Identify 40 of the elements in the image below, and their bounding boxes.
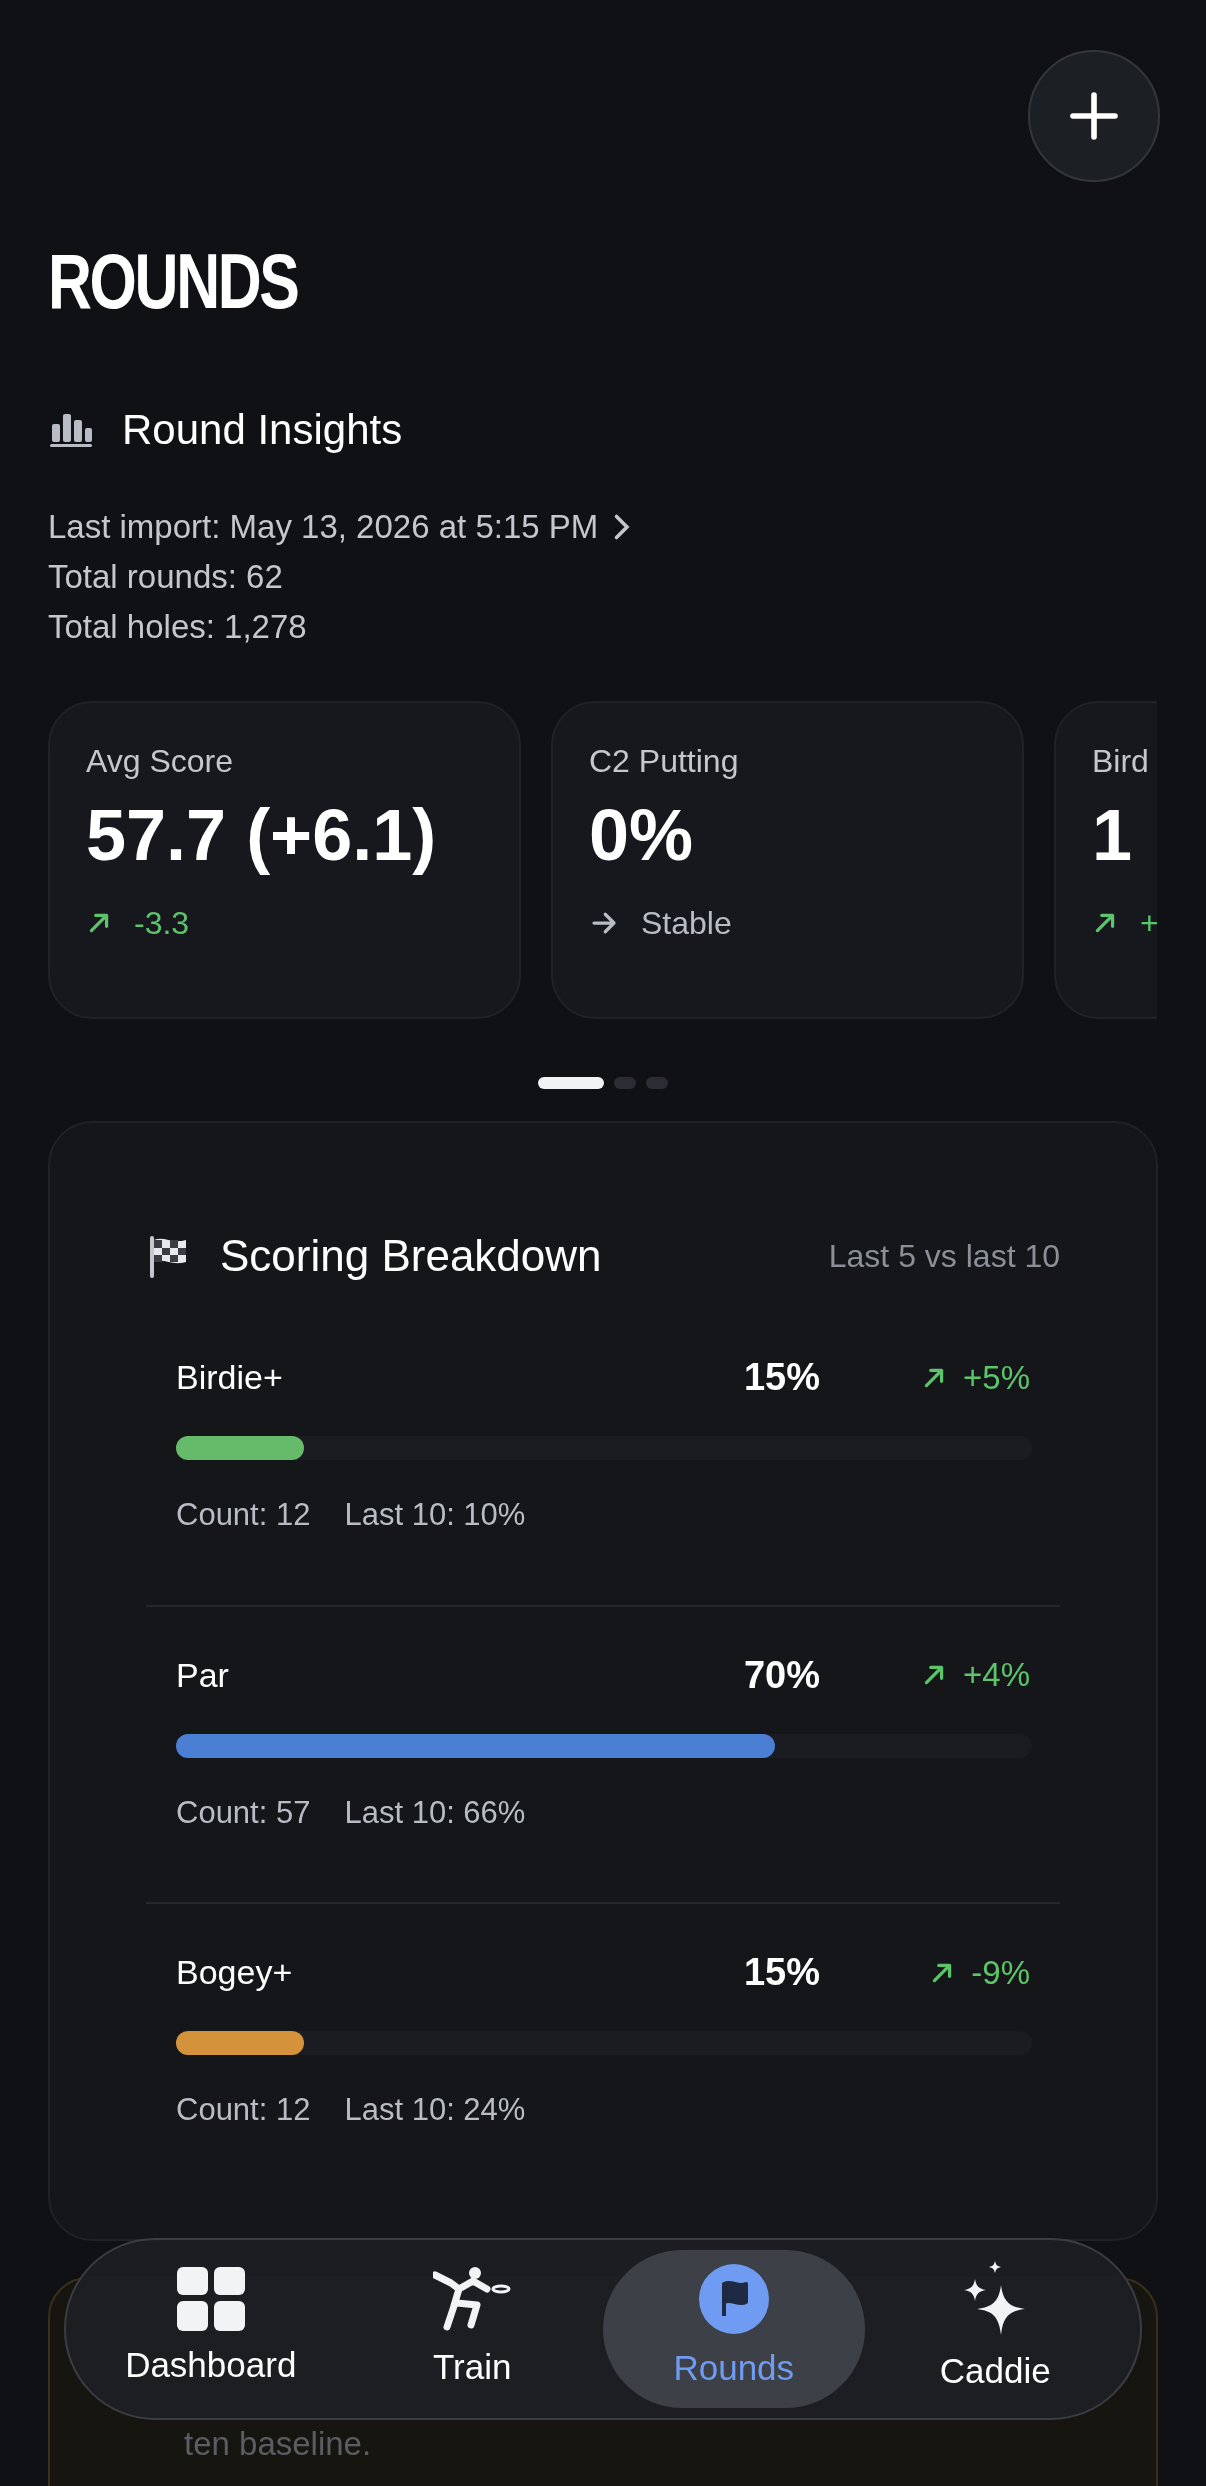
tab-item[interactable]: Caddie <box>864 2250 1126 2408</box>
breakdown-title: Scoring Breakdown <box>220 1230 602 1282</box>
alert-text: ten baseline. <box>184 2425 372 2462</box>
stat-change: Stable <box>641 904 732 943</box>
score-change: +5% <box>963 1357 1030 1398</box>
section-title: Round Insights <box>122 405 403 455</box>
page-indicator[interactable] <box>538 1077 604 1089</box>
count-text: Count: 12 <box>176 2091 311 2129</box>
score-percent: 70% <box>742 1652 820 1698</box>
comparison-label: Last 5 vs last 10 <box>828 1237 1060 1276</box>
stat-label: Bird <box>1092 742 1150 781</box>
score-percent: 15% <box>742 1355 820 1400</box>
tab-item[interactable]: Dashboard <box>80 2250 342 2408</box>
last-ten-text: Last 10: 24% <box>344 2091 526 2129</box>
score-percent: 15% <box>742 1950 820 1995</box>
score-category: Par <box>176 1654 230 1696</box>
last-ten-text: Last 10: 10% <box>344 1496 526 1534</box>
last-import-link[interactable]: Last import: May 13, 2026 at 5:15 PM <box>48 505 1158 549</box>
stat-value: 1 <box>1092 799 1134 871</box>
stat-label: Avg Score <box>86 742 235 781</box>
disc-thrower-icon <box>433 2264 512 2333</box>
count-text: Count: 57 <box>176 1793 311 1832</box>
score-category: Birdie+ <box>176 1357 284 1398</box>
bar-chart-icon <box>48 411 94 448</box>
page-title: ROUNDS <box>48 242 298 320</box>
total-rounds-text: Total rounds: 62 <box>48 557 284 597</box>
count-text: Count: 12 <box>176 1496 311 1534</box>
stat-change: + <box>1140 904 1157 943</box>
stat-label: C2 Putting <box>589 742 740 781</box>
score-change: -9% <box>971 1952 1030 1993</box>
stat-value: 0% <box>589 799 695 871</box>
last-ten-text: Last 10: 66% <box>344 1793 526 1832</box>
total-holes-text: Total holes: 1,278 <box>48 607 308 647</box>
score-change: +4% <box>963 1655 1030 1696</box>
flag-icon <box>698 2263 769 2334</box>
stat-change: -3.3 <box>134 904 190 943</box>
tab-item[interactable]: Train <box>341 2250 603 2408</box>
grid-icon <box>176 2266 245 2331</box>
score-category: Bogey+ <box>176 1952 294 1993</box>
tab-item[interactable]: Rounds <box>603 2250 865 2408</box>
